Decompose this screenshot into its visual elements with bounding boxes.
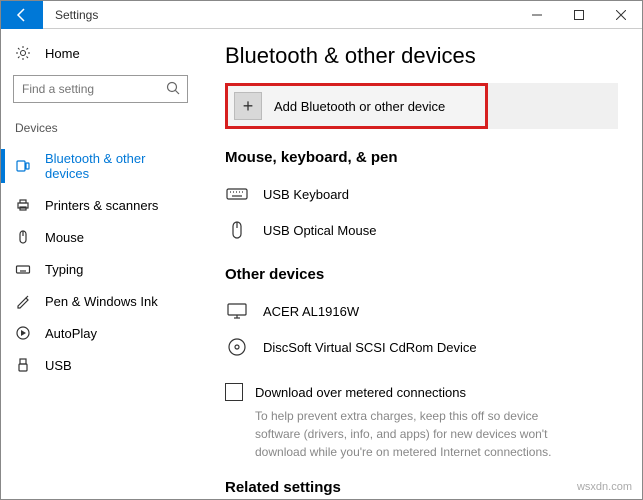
device-label: USB Keyboard (263, 187, 349, 202)
add-device-bar (488, 83, 618, 129)
section-other-devices: Other devices (225, 266, 618, 283)
search-icon (166, 81, 182, 97)
metered-checkbox-row[interactable]: Download over metered connections (225, 383, 618, 401)
sidebar: Home Devices Bluetooth & other devices P… (1, 29, 201, 499)
sidebar-item-label: USB (45, 358, 72, 373)
main-content: Bluetooth & other devices + Add Bluetoot… (201, 29, 642, 499)
sidebar-item-mouse[interactable]: Mouse (1, 221, 200, 253)
plus-icon: + (234, 92, 262, 120)
back-button[interactable] (1, 1, 43, 29)
monitor-icon (225, 299, 249, 323)
metered-help-text: To help prevent extra charges, keep this… (255, 407, 585, 461)
sidebar-item-bluetooth[interactable]: Bluetooth & other devices (1, 143, 200, 189)
device-item-disc[interactable]: DiscSoft Virtual SCSI CdRom Device (225, 329, 618, 365)
sidebar-item-pen[interactable]: Pen & Windows Ink (1, 285, 200, 317)
mouse-icon (225, 218, 249, 242)
gear-icon (15, 45, 31, 61)
mouse-icon (15, 229, 31, 245)
sidebar-item-label: Printers & scanners (45, 198, 158, 213)
search-input[interactable] (13, 75, 188, 103)
checkbox-icon (225, 383, 243, 401)
section-related-settings: Related settings (225, 479, 618, 496)
sidebar-item-label: Bluetooth & other devices (45, 151, 186, 181)
sidebar-item-usb[interactable]: USB (1, 349, 200, 381)
titlebar: Settings (1, 1, 642, 29)
devices-icon (15, 158, 31, 174)
add-device-button[interactable]: + Add Bluetooth or other device (225, 83, 488, 129)
add-device-label: Add Bluetooth or other device (274, 99, 445, 114)
watermark: wsxdn.com (577, 481, 632, 493)
autoplay-icon (15, 325, 31, 341)
sidebar-item-printers[interactable]: Printers & scanners (1, 189, 200, 221)
home-button[interactable]: Home (1, 39, 200, 67)
section-mouse-keyboard: Mouse, keyboard, & pen (225, 149, 618, 166)
minimize-button[interactable] (516, 1, 558, 29)
sidebar-item-label: Typing (45, 262, 83, 277)
add-device-row: + Add Bluetooth or other device (225, 83, 618, 129)
close-button[interactable] (600, 1, 642, 29)
home-label: Home (45, 46, 80, 61)
maximize-button[interactable] (558, 1, 600, 29)
metered-label: Download over metered connections (255, 385, 466, 400)
section-label: Devices (1, 117, 200, 143)
printer-icon (15, 197, 31, 213)
page-title: Bluetooth & other devices (225, 43, 618, 69)
device-item-mouse[interactable]: USB Optical Mouse (225, 212, 618, 248)
device-label: USB Optical Mouse (263, 223, 376, 238)
sidebar-item-typing[interactable]: Typing (1, 253, 200, 285)
window-title: Settings (55, 8, 516, 22)
keyboard-icon (15, 261, 31, 277)
sidebar-item-label: AutoPlay (45, 326, 97, 341)
search-wrap (13, 75, 188, 103)
device-label: ACER AL1916W (263, 304, 359, 319)
window-controls (516, 1, 642, 29)
device-item-keyboard[interactable]: USB Keyboard (225, 176, 618, 212)
sidebar-item-autoplay[interactable]: AutoPlay (1, 317, 200, 349)
disc-icon (225, 335, 249, 359)
sidebar-item-label: Pen & Windows Ink (45, 294, 158, 309)
device-label: DiscSoft Virtual SCSI CdRom Device (263, 340, 477, 355)
device-item-monitor[interactable]: ACER AL1916W (225, 293, 618, 329)
usb-icon (15, 357, 31, 373)
pen-icon (15, 293, 31, 309)
keyboard-icon (225, 182, 249, 206)
sidebar-item-label: Mouse (45, 230, 84, 245)
